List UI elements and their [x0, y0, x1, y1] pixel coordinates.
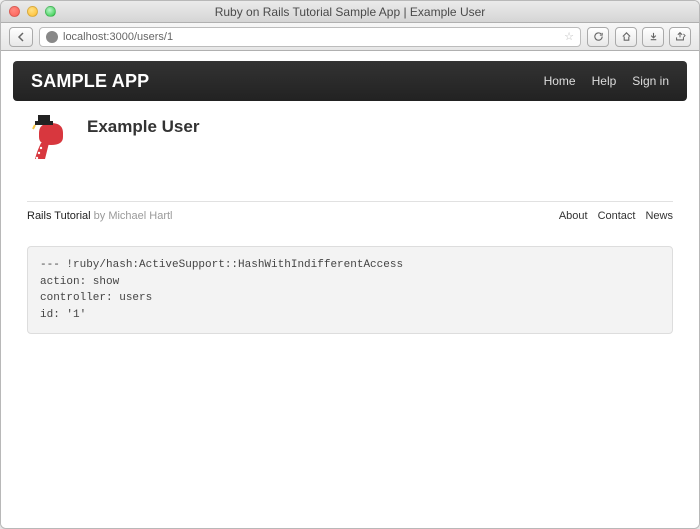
minimize-window-button[interactable] — [27, 6, 38, 17]
footer-author-link[interactable]: Michael Hartl — [108, 210, 172, 222]
url-bar[interactable]: localhost:3000/users/1 ☆ — [39, 27, 581, 47]
browser-toolbar: localhost:3000/users/1 ☆ — [1, 23, 699, 51]
url-text: localhost:3000/users/1 — [63, 31, 173, 43]
reload-button[interactable] — [587, 27, 609, 47]
brand-logo[interactable]: SAMPLE APP — [31, 71, 149, 92]
close-window-button[interactable] — [9, 6, 20, 17]
bookmark-star-icon[interactable]: ☆ — [564, 30, 574, 43]
footer-news-link[interactable]: News — [645, 210, 673, 222]
nav-help-link[interactable]: Help — [592, 74, 617, 88]
home-button[interactable] — [615, 27, 637, 47]
window-title: Ruby on Rails Tutorial Sample App | Exam… — [1, 5, 699, 19]
footer: Rails Tutorial by Michael Hartl About Co… — [27, 201, 673, 230]
user-avatar — [27, 115, 75, 163]
zoom-window-button[interactable] — [45, 6, 56, 17]
app-navbar: SAMPLE APP Home Help Sign in — [13, 61, 687, 101]
back-button[interactable] — [9, 27, 33, 47]
window-titlebar: Ruby on Rails Tutorial Sample App | Exam… — [1, 1, 699, 23]
footer-by-text: by — [91, 210, 109, 222]
footer-about-link[interactable]: About — [559, 210, 588, 222]
nav-home-link[interactable]: Home — [544, 74, 576, 88]
share-button[interactable] — [669, 27, 691, 47]
footer-tutorial-link[interactable]: Rails Tutorial — [27, 210, 91, 222]
profile-name: Example User — [87, 115, 199, 137]
downloads-button[interactable] — [642, 27, 664, 47]
debug-dump: --- !ruby/hash:ActiveSupport::HashWithIn… — [27, 246, 673, 334]
globe-icon — [46, 31, 58, 43]
footer-contact-link[interactable]: Contact — [598, 210, 636, 222]
nav-signin-link[interactable]: Sign in — [632, 74, 669, 88]
